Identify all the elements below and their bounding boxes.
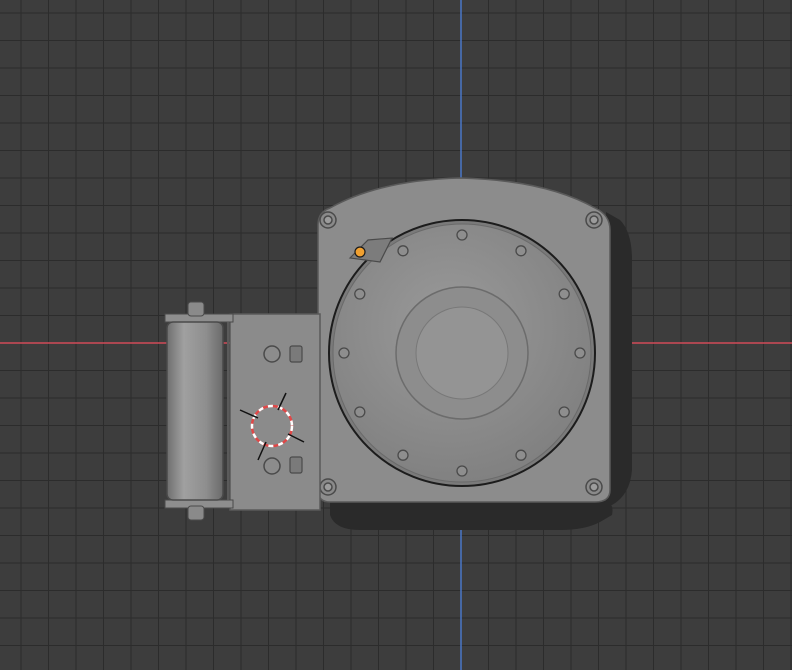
plate-bolt: [263, 457, 281, 475]
drum-bolt: [456, 465, 468, 477]
roller-pin-bottom: [187, 505, 205, 521]
drum-bolt: [558, 406, 570, 418]
plate-slot: [289, 345, 303, 363]
drum-bolt: [338, 347, 350, 359]
drum-bolt: [515, 245, 527, 257]
drum-bolt: [574, 347, 586, 359]
drum-bolt: [456, 229, 468, 241]
drum-bolt: [354, 406, 366, 418]
3d-viewport[interactable]: [0, 0, 792, 670]
drum-bolt: [354, 288, 366, 300]
roller-pin-top: [187, 301, 205, 317]
drum-bolt: [558, 288, 570, 300]
viewport-canvas[interactable]: [0, 0, 792, 670]
roller-cylinder: [166, 321, 224, 501]
model-underside: [330, 500, 613, 530]
plate-bolt: [263, 345, 281, 363]
drum-bolt: [397, 449, 409, 461]
plate-slot: [289, 456, 303, 474]
drum-hub-inner: [415, 306, 509, 400]
drum-bolt: [397, 245, 409, 257]
drum-bolt: [515, 449, 527, 461]
object-origin-icon[interactable]: [354, 246, 366, 258]
